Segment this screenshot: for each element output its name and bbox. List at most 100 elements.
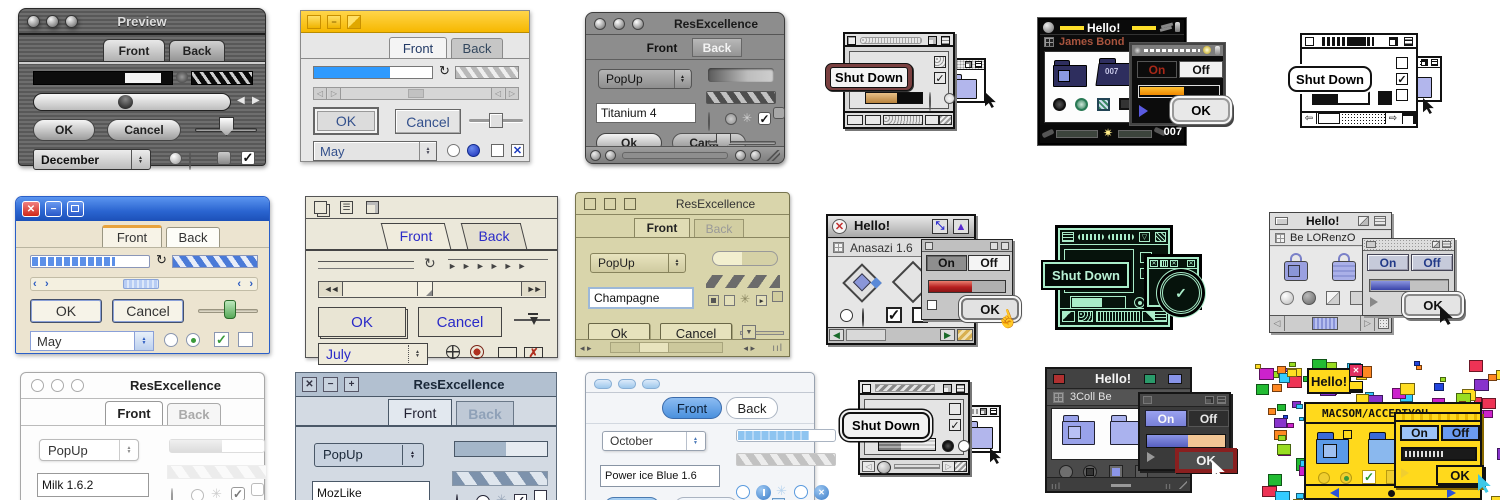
radio-selected[interactable] — [708, 112, 710, 131]
checkbox-unchecked[interactable] — [949, 403, 961, 415]
scroll-left-icon[interactable]: ◀ — [829, 329, 844, 341]
close-icon[interactable] — [1305, 37, 1314, 46]
checkbox-checked[interactable]: ✓ — [514, 494, 527, 500]
titlebar[interactable] — [1140, 394, 1229, 407]
checkbox-mixed-icon[interactable] — [1326, 291, 1340, 305]
text-field[interactable] — [600, 465, 720, 487]
minimize-icon[interactable] — [604, 198, 616, 210]
text-field[interactable] — [312, 481, 430, 500]
zoom-icon[interactable] — [624, 198, 636, 210]
folder-icon[interactable] — [1053, 60, 1087, 87]
hello-tab[interactable]: Hello! — [1307, 368, 1351, 394]
diamond-folder-icon[interactable] — [842, 263, 882, 303]
scroll-thumb[interactable] — [408, 89, 424, 98]
scroll-right-icon[interactable]: ▶ — [252, 95, 260, 106]
titlebar[interactable]: ✕ − — [16, 197, 269, 221]
scroll-knob-icon[interactable] — [735, 150, 746, 161]
shade-icon[interactable] — [1431, 59, 1438, 66]
radio-unselected[interactable] — [794, 485, 808, 499]
scrollbar[interactable]: ‹ › ‹ › — [30, 277, 258, 291]
scroll-button[interactable] — [1078, 311, 1093, 322]
close-icon[interactable] — [1275, 217, 1288, 225]
tab-back[interactable]: Back — [456, 401, 514, 425]
titlebar[interactable]: − — [301, 11, 529, 33]
titlebar[interactable]: Hello! — [1270, 213, 1391, 230]
shade-icon[interactable] — [1217, 396, 1226, 404]
resize-grip-icon[interactable]: ııl — [772, 343, 783, 354]
scroll-left-icon[interactable] — [1062, 311, 1075, 322]
window-button-icon[interactable] — [594, 18, 606, 30]
zoom-icon[interactable] — [366, 201, 379, 214]
scroll-left-icon[interactable]: ‹ — [33, 279, 37, 290]
zoom-icon[interactable] — [965, 61, 972, 68]
zoom-icon[interactable]: ✕ — [1170, 260, 1178, 267]
radio-unselected[interactable] — [1280, 291, 1294, 305]
play-icon[interactable] — [1370, 297, 1378, 307]
slider-thumb[interactable] — [489, 113, 503, 128]
shade-icon[interactable]: ✕ — [1187, 260, 1195, 267]
scroll-right2-icon[interactable]: ‹ — [237, 279, 241, 290]
scroll-thumb[interactable] — [123, 279, 159, 289]
on-button[interactable]: On — [1137, 61, 1177, 78]
tab-back[interactable]: Back — [694, 219, 744, 237]
titlebar[interactable]: Preview — [19, 9, 265, 35]
scroll-track[interactable] — [1118, 130, 1152, 138]
scroll-left-icon[interactable] — [1330, 488, 1339, 498]
off-button[interactable]: Off — [1441, 425, 1480, 441]
radio-unselected[interactable] — [164, 333, 178, 347]
scroll-button[interactable] — [925, 115, 939, 125]
popup-stepper-icon[interactable]: ▲▼ — [402, 445, 422, 465]
titlebar[interactable]: ✕ Hello! ⤡ ▲ — [828, 216, 974, 238]
grow-icon[interactable] — [1402, 113, 1416, 124]
scroll-track[interactable] — [622, 152, 728, 159]
scroll-thumb[interactable] — [846, 329, 886, 341]
scroll-right-icon[interactable] — [1447, 488, 1456, 498]
scroll-right-icon[interactable]: ⇨ — [1385, 113, 1400, 124]
checkbox-rect-crossed-icon[interactable]: ✗ — [524, 347, 543, 358]
shade-icon[interactable] — [1155, 232, 1166, 242]
tab-back[interactable]: Back — [166, 227, 220, 247]
crosshair-icon[interactable] — [446, 345, 460, 359]
zoom-icon[interactable] — [990, 242, 998, 250]
scroll-left2-icon[interactable]: › — [45, 279, 49, 290]
play-icon[interactable] — [1139, 105, 1148, 117]
scroll-left2-icon[interactable]: ▷ — [328, 88, 341, 99]
grow-icon[interactable] — [766, 150, 780, 161]
checkbox-unchecked[interactable] — [251, 483, 264, 496]
minimize-icon[interactable]: − — [45, 201, 62, 217]
checkbox-checked[interactable]: ✓ — [1362, 470, 1376, 484]
shade-icon[interactable] — [1001, 242, 1009, 250]
tab-front[interactable]: Front — [388, 399, 452, 425]
minimize-icon[interactable] — [51, 379, 64, 392]
lock-bag-icon[interactable] — [1284, 253, 1310, 283]
scroll-knob-icon[interactable] — [605, 150, 616, 161]
titlebar[interactable] — [586, 373, 814, 393]
close-icon[interactable]: ✕ — [1349, 364, 1363, 377]
zoom-icon[interactable] — [1205, 396, 1214, 404]
checkbox-checked[interactable]: ✓ — [1396, 73, 1408, 85]
shutdown-button[interactable]: Shut Down — [842, 412, 930, 439]
zoom-icon[interactable] — [928, 36, 937, 45]
radio-selected[interactable] — [189, 151, 191, 170]
popup-stepper-icon[interactable]: ▲▼ — [134, 332, 153, 350]
globe-icon[interactable] — [1134, 47, 1141, 54]
ok-button[interactable]: OK — [313, 107, 379, 135]
popup-stepper-icon[interactable]: ▲▼ — [131, 150, 149, 169]
radio-unselected[interactable] — [1318, 472, 1330, 484]
scroll-left-marks[interactable]: ııl — [1051, 481, 1061, 491]
checkbox-checked-icon[interactable]: ✕ — [511, 144, 524, 157]
scroll-left-icon[interactable]: ◀ — [237, 95, 245, 106]
tab-front[interactable]: Front — [662, 397, 722, 419]
close-icon[interactable] — [1062, 232, 1074, 242]
checkbox-checked[interactable]: ✓ — [231, 487, 245, 500]
scroll-left-icons[interactable]: ◂ ▸ — [580, 343, 592, 354]
zoom-icon[interactable] — [1421, 59, 1428, 66]
scroll-button[interactable] — [865, 115, 881, 125]
cancel-button[interactable]: Cancel — [107, 119, 181, 141]
scrollbar[interactable]: ✷ 007 — [1040, 125, 1184, 143]
shade-icon[interactable] — [1349, 381, 1363, 393]
tab-back[interactable]: Back — [167, 403, 221, 425]
checkbox-checked[interactable]: ✓ — [241, 151, 255, 165]
window-button-icon[interactable] — [632, 18, 644, 30]
radio-green-icon[interactable] — [1075, 98, 1088, 111]
